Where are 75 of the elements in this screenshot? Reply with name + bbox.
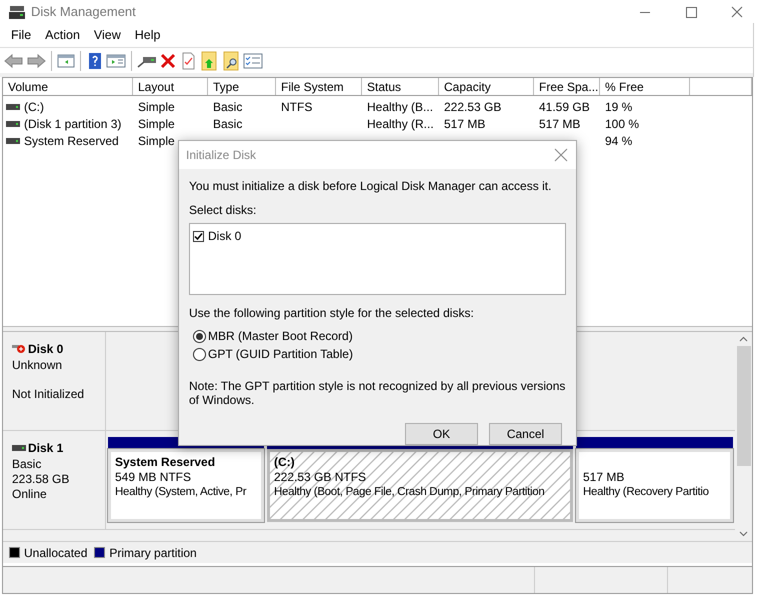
disk-info: Online (12, 487, 48, 502)
dialog-message: You must initialize a disk before Logical Disk Manager can access it. (189, 178, 552, 195)
partition-name: (C:) (274, 455, 296, 470)
note-text: Note: The GPT partition style is not recognized by all previous versions of Windows. (189, 379, 566, 407)
disk-list[interactable]: Disk 0 (189, 223, 566, 295)
disk-name: Disk 1 (28, 440, 64, 457)
radio-label: GPT (GUID Partition Table) (208, 346, 353, 363)
scroll-thumb[interactable] (736, 346, 750, 466)
table-cell-text: (C:) (24, 98, 44, 116)
table-cell-text: Basic (213, 116, 242, 132)
legend-label: Primary partition (109, 544, 197, 562)
checkbox-label: Disk 0 (208, 228, 242, 245)
table-cell-text: 517 MB (444, 116, 486, 132)
menu-item[interactable]: File (4, 26, 38, 44)
disk-info: 223.58 GB (12, 472, 70, 487)
checklist-icon[interactable] (243, 52, 263, 68)
partition-status: Healthy (System, Active, Pr (115, 485, 248, 500)
partition-status: Healthy (Boot, Page File, Crash Dump, Primary Partition (274, 485, 546, 500)
drive-error-icon (12, 344, 26, 354)
dialog-button[interactable]: Cancel (489, 423, 562, 445)
table-cell-text: 517 MB (539, 116, 580, 132)
table-cell-text: Basic (213, 98, 242, 116)
folder-search-icon[interactable] (221, 50, 241, 70)
close-button[interactable] (554, 148, 568, 162)
table-cell-text: 94 % (605, 132, 632, 150)
dialog-button[interactable]: OK (405, 423, 478, 445)
panel-icon[interactable] (106, 52, 126, 68)
drive-icon (6, 138, 20, 144)
scroll-up-icon[interactable] (739, 336, 748, 342)
table-cell-text: 222.53 GB (444, 98, 502, 116)
partition-size: 517 MB (583, 470, 626, 485)
menu-item[interactable]: View (86, 26, 128, 44)
disk-name: Disk 0 (28, 341, 64, 358)
legend-label: Unallocated (24, 544, 88, 562)
forward-arrow-icon[interactable] (26, 52, 46, 68)
table-cell-text: NTFS (281, 98, 312, 116)
disk-info: Basic (12, 457, 42, 472)
radio-button[interactable] (193, 348, 206, 360)
checkbox[interactable] (193, 230, 204, 242)
table-cell-text: 41.59 GB (539, 98, 590, 116)
table-cell-text: Healthy (B... (367, 98, 434, 116)
table-cell-text: Simple (138, 116, 175, 132)
partition-box[interactable]: 517 MB Healthy (Recovery Partitio (576, 449, 733, 522)
window-title: Disk Management (31, 2, 136, 21)
partition-box[interactable]: System Reserved 549 MB NTFS Healthy (System, Active, Pr (108, 449, 264, 522)
partition-box[interactable]: (C:) 222.53 GB NTFS Healthy (Boot, Page File, Crash Dump, Primary Partition (267, 449, 573, 522)
drive-icon (12, 445, 26, 451)
partition-size: 222.53 GB NTFS (274, 470, 368, 485)
table-cell-text: 19 % (605, 98, 632, 116)
dialog-title: Initialize Disk (186, 147, 256, 164)
disk-info: Unknown (12, 358, 64, 373)
panel-icon[interactable] (57, 52, 75, 68)
scroll-down-icon[interactable] (739, 531, 748, 537)
help-icon[interactable] (86, 52, 104, 70)
table-cell-text: Simple (138, 132, 175, 150)
disk-info: Not Initialized (12, 387, 86, 402)
partition-status: Healthy (Recovery Partitio (583, 485, 710, 500)
partition-style-label: Use the following partition style for the selected disks: (189, 305, 475, 322)
delete-icon[interactable] (159, 52, 177, 68)
drive-icon (6, 120, 20, 126)
partition-name: System Reserved (115, 455, 216, 470)
radio-label: MBR (Master Boot Record) (208, 328, 353, 345)
menu-item[interactable]: Help (128, 26, 168, 44)
menu-item[interactable]: Action (38, 26, 87, 44)
table-cell-text: Healthy (R... (367, 116, 434, 132)
table-cell-text: 100 % (605, 116, 640, 132)
drive-icon (6, 104, 20, 110)
radio-button[interactable] (193, 330, 206, 342)
disk-drive-icon (9, 6, 25, 20)
select-disks-label: Select disks: (189, 202, 258, 219)
table-cell-text: (Disk 1 partition 3) (24, 116, 122, 132)
table-cell-text: Simple (138, 98, 175, 116)
partition-size: 549 MB NTFS (115, 470, 192, 485)
table-cell-text: System Reserved (24, 132, 119, 150)
back-arrow-icon[interactable] (4, 52, 24, 68)
